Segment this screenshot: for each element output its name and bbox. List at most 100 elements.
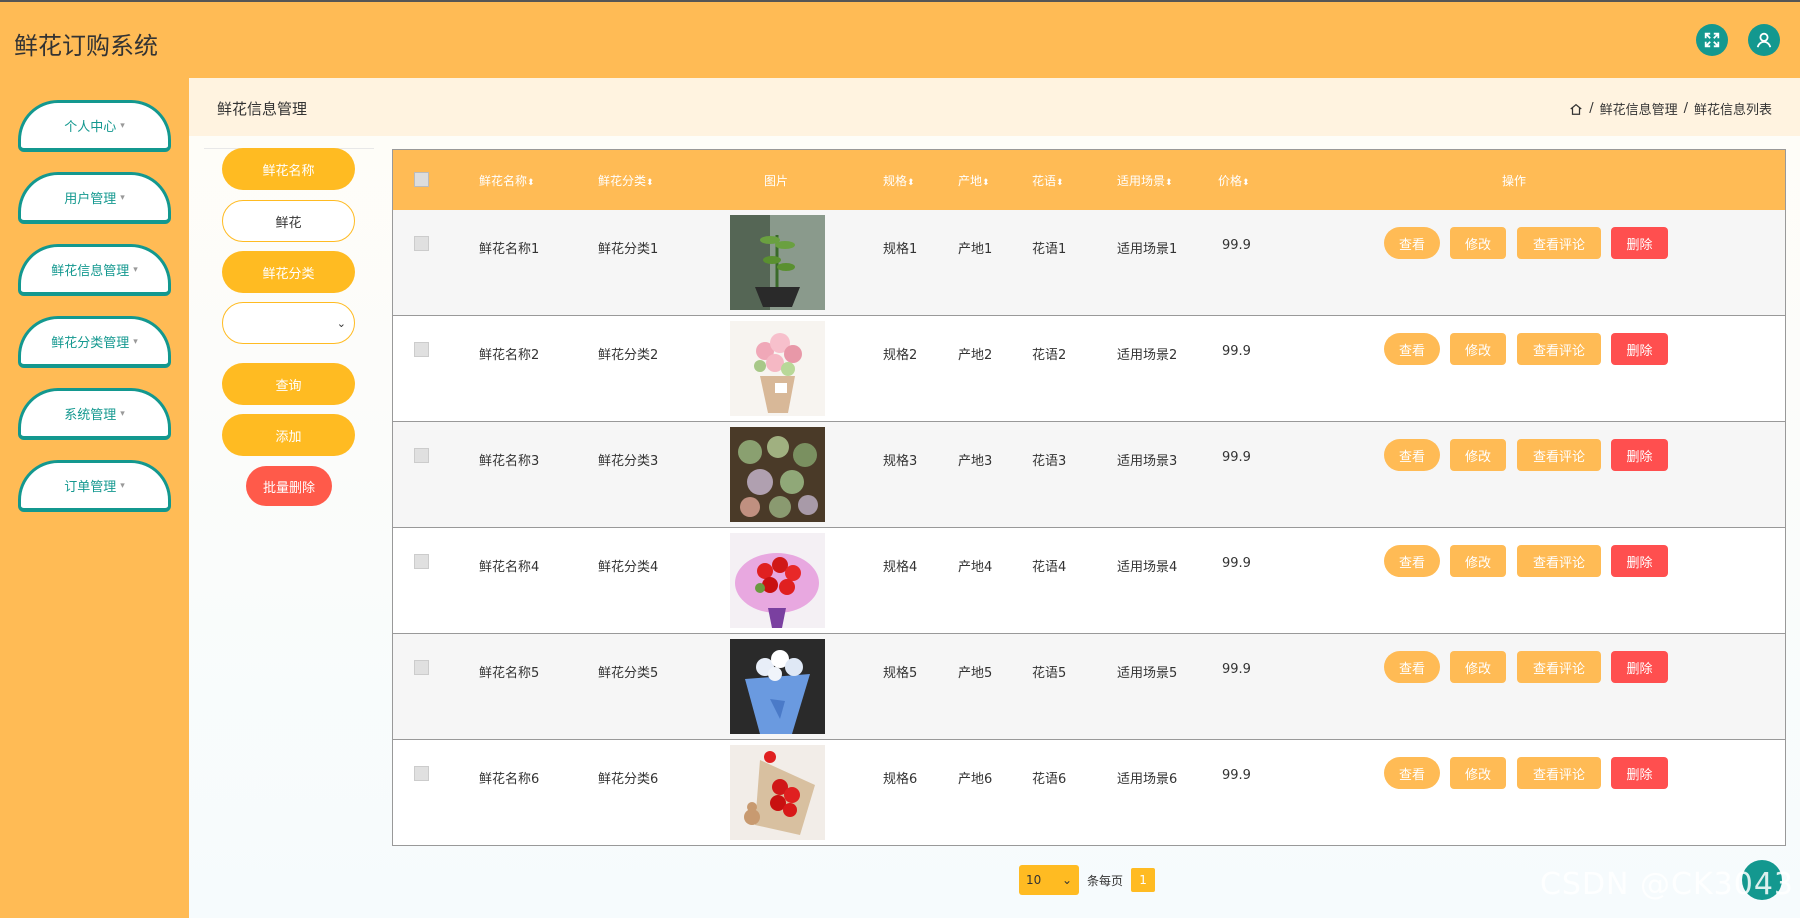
user-button[interactable]	[1748, 24, 1780, 56]
page-title: 鲜花信息管理	[217, 100, 308, 118]
view-comments-button[interactable]: 查看评论	[1517, 757, 1601, 789]
sidebar-item-flower-info[interactable]: 鲜花信息管理 ▾	[18, 244, 171, 296]
cell-scene: 适用场景6	[1117, 772, 1178, 787]
edit-button[interactable]: 修改	[1450, 757, 1506, 789]
watermark: CSDN @CK3043	[1539, 867, 1794, 902]
cell-price: 99.9	[1222, 238, 1251, 253]
breadcrumb: / 鲜花信息管理 / 鲜花信息列表	[1569, 99, 1772, 118]
breadcrumb-sep: /	[1683, 101, 1688, 116]
flower-category-select[interactable]: ⌄	[222, 302, 355, 344]
cell-category: 鲜花分类2	[598, 348, 659, 363]
flower-image[interactable]	[730, 533, 825, 628]
row-checkbox[interactable]	[414, 660, 429, 675]
view-button[interactable]: 查看	[1384, 545, 1440, 577]
delete-button[interactable]: 删除	[1611, 439, 1668, 471]
flower-name-input[interactable]	[222, 200, 355, 242]
view-button[interactable]: 查看	[1384, 439, 1440, 471]
sidebar-item-system[interactable]: 系统管理 ▾	[18, 388, 171, 440]
delete-button[interactable]: 删除	[1611, 651, 1668, 683]
column-header-category[interactable]: 鲜花分类⬍	[598, 172, 654, 189]
cell-spec: 规格2	[883, 348, 918, 363]
cell-language: 花语5	[1032, 666, 1067, 681]
table-row: 鲜花名称4 鲜花分类4 规格4 产地4 花语4 适用场景4 99.9 查看 修改…	[393, 528, 1785, 634]
delete-button[interactable]: 删除	[1611, 333, 1668, 365]
view-button[interactable]: 查看	[1384, 333, 1440, 365]
flower-image[interactable]	[730, 639, 825, 734]
row-checkbox[interactable]	[414, 448, 429, 463]
page-header: 鲜花信息管理 / 鲜花信息管理 / 鲜花信息列表	[189, 78, 1800, 136]
flower-category-label: 鲜花分类	[222, 251, 355, 293]
cell-price: 99.9	[1222, 768, 1251, 783]
cell-language: 花语2	[1032, 348, 1067, 363]
view-button[interactable]: 查看	[1384, 651, 1440, 683]
per-page-label: 条每页	[1087, 873, 1124, 888]
cell-scene: 适用场景2	[1117, 348, 1178, 363]
column-header-price[interactable]: 价格⬍	[1218, 172, 1250, 189]
delete-button[interactable]: 删除	[1611, 545, 1668, 577]
add-button[interactable]: 添加	[222, 414, 355, 456]
breadcrumb-sep: /	[1589, 101, 1594, 116]
sidebar-item-flower-category[interactable]: 鲜花分类管理 ▾	[18, 316, 171, 368]
column-header-origin[interactable]: 产地⬍	[958, 172, 990, 189]
cell-language: 花语6	[1032, 772, 1067, 787]
sort-icon: ⬍	[646, 178, 654, 188]
main-content: 鲜花信息管理 / 鲜花信息管理 / 鲜花信息列表 鲜花名称 鲜花分类 ⌄ 查询 …	[189, 78, 1800, 918]
cell-category: 鲜花分类6	[598, 772, 659, 787]
view-button[interactable]: 查看	[1384, 757, 1440, 789]
cell-spec: 规格3	[883, 454, 918, 469]
sidebar-item-label: 鲜花信息管理	[51, 264, 130, 279]
page-number-current[interactable]: 1	[1131, 868, 1156, 892]
cell-name: 鲜花名称1	[479, 242, 540, 257]
row-checkbox[interactable]	[414, 236, 429, 251]
view-comments-button[interactable]: 查看评论	[1517, 227, 1601, 259]
delete-button[interactable]: 删除	[1611, 757, 1668, 789]
edit-button[interactable]: 修改	[1450, 227, 1506, 259]
view-comments-button[interactable]: 查看评论	[1517, 545, 1601, 577]
cell-origin: 产地2	[958, 348, 993, 363]
delete-button[interactable]: 删除	[1611, 227, 1668, 259]
column-header-image: 图片	[764, 174, 789, 188]
table-header: 鲜花名称⬍ 鲜花分类⬍ 图片 规格⬍ 产地⬍ 花语⬍ 适用场景⬍ 价格⬍ 操作	[393, 150, 1785, 210]
home-icon[interactable]	[1569, 102, 1583, 116]
sidebar-item-users[interactable]: 用户管理 ▾	[18, 172, 171, 224]
chevron-down-icon: ▾	[120, 480, 125, 491]
column-header-name[interactable]: 鲜花名称⬍	[479, 172, 535, 189]
fullscreen-button[interactable]	[1696, 24, 1728, 56]
flower-image[interactable]	[730, 427, 825, 522]
column-label: 鲜花名称	[479, 174, 528, 188]
column-header-spec[interactable]: 规格⬍	[883, 172, 915, 189]
chevron-down-icon: ▾	[120, 192, 125, 203]
select-all-checkbox[interactable]	[414, 172, 429, 187]
breadcrumb-item[interactable]: 鲜花信息管理	[1600, 99, 1678, 118]
cell-scene: 适用场景4	[1117, 560, 1178, 575]
cell-spec: 规格6	[883, 772, 918, 787]
column-label: 花语	[1032, 174, 1057, 188]
row-checkbox[interactable]	[414, 766, 429, 781]
edit-button[interactable]: 修改	[1450, 545, 1506, 577]
query-button[interactable]: 查询	[222, 363, 355, 405]
column-header-language[interactable]: 花语⬍	[1032, 172, 1064, 189]
flower-image[interactable]	[730, 745, 825, 840]
sidebar-item-label: 系统管理	[64, 408, 117, 423]
page-size-select[interactable]: 10 ⌄	[1019, 865, 1079, 895]
flower-image[interactable]	[730, 321, 825, 416]
view-button[interactable]: 查看	[1384, 227, 1440, 259]
batch-delete-button[interactable]: 批量删除	[246, 466, 332, 506]
sidebar-item-label: 订单管理	[64, 480, 117, 495]
sidebar-item-orders[interactable]: 订单管理 ▾	[18, 460, 171, 512]
edit-button[interactable]: 修改	[1450, 333, 1506, 365]
cell-price: 99.9	[1222, 450, 1251, 465]
row-checkbox[interactable]	[414, 342, 429, 357]
chevron-down-icon: ▾	[120, 408, 125, 419]
flower-image[interactable]	[730, 215, 825, 310]
view-comments-button[interactable]: 查看评论	[1517, 439, 1601, 471]
sidebar-item-personal[interactable]: 个人中心 ▾	[18, 100, 171, 152]
view-comments-button[interactable]: 查看评论	[1517, 651, 1601, 683]
cell-origin: 产地1	[958, 242, 993, 257]
edit-button[interactable]: 修改	[1450, 651, 1506, 683]
row-checkbox[interactable]	[414, 554, 429, 569]
column-header-scene[interactable]: 适用场景⬍	[1117, 172, 1173, 189]
cell-spec: 规格4	[883, 560, 918, 575]
edit-button[interactable]: 修改	[1450, 439, 1506, 471]
view-comments-button[interactable]: 查看评论	[1517, 333, 1601, 365]
